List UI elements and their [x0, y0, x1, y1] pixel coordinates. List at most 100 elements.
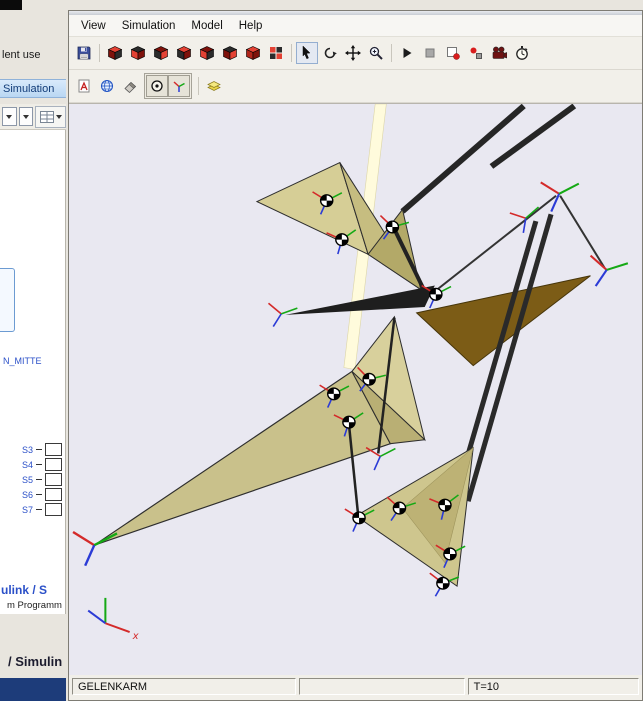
lower-plate-bodies: [94, 318, 473, 586]
record-frame-button[interactable]: [442, 42, 464, 64]
dropdown-button[interactable]: [2, 107, 17, 126]
port-row[interactable]: S7: [22, 503, 62, 516]
globe-button[interactable]: [96, 75, 118, 97]
display-toggle-group: [144, 73, 192, 99]
zoom-tool-button[interactable]: [365, 42, 387, 64]
cube-icon: [199, 45, 215, 61]
brown-plate-body: [417, 276, 591, 366]
chevron-down-icon: [23, 115, 29, 119]
background-model-panel: [0, 130, 66, 614]
toolbar-separator: [198, 77, 199, 95]
port-row[interactable]: S4: [22, 458, 62, 471]
port-row[interactable]: S6: [22, 488, 62, 501]
port-label: S7: [22, 505, 33, 515]
tab-simulation[interactable]: Simulation: [0, 79, 66, 98]
record-point-button[interactable]: [465, 42, 487, 64]
pan-tool-button[interactable]: [342, 42, 364, 64]
center-marker-icon: [149, 78, 165, 94]
show-frame-axes-button[interactable]: [168, 75, 190, 97]
dropdown-button-2[interactable]: [19, 107, 34, 126]
cube-icon: [245, 45, 261, 61]
menu-view[interactable]: View: [73, 17, 114, 35]
view-cube-6-button[interactable]: [219, 42, 241, 64]
pointer-tool-button[interactable]: [296, 42, 318, 64]
menu-simulation[interactable]: Simulation: [114, 17, 184, 35]
cube-icon: [107, 45, 123, 61]
layers-button[interactable]: [203, 75, 225, 97]
stopwatch-icon: [514, 45, 530, 61]
view-cube-2-button[interactable]: [127, 42, 149, 64]
orbit-icon: [322, 45, 338, 61]
cube-icon: [153, 45, 169, 61]
viewport: x: [69, 103, 642, 675]
view-cube-5-button[interactable]: [196, 42, 218, 64]
mechanism-3d-view[interactable]: x: [69, 104, 642, 675]
port-row[interactable]: S5: [22, 473, 62, 486]
status-middle: [299, 678, 465, 695]
background-window-fragment[interactable]: [0, 678, 66, 701]
view-cube-7-button[interactable]: [242, 42, 264, 64]
eraser-button[interactable]: [119, 75, 141, 97]
toolbar-separator: [291, 44, 292, 62]
annotation-icon: [76, 78, 92, 94]
orbit-tool-button[interactable]: [319, 42, 341, 64]
signal-line: [36, 509, 42, 510]
port-label: S6: [22, 490, 33, 500]
heading-text-label: / Simulin: [8, 654, 62, 669]
toolbar-separator: [99, 44, 100, 62]
port-block[interactable]: [45, 488, 62, 501]
x-axis-label: x: [132, 631, 139, 642]
world-frame-triad: x: [88, 598, 139, 642]
port-row[interactable]: S3: [22, 443, 62, 456]
signal-line: [36, 449, 42, 450]
show-center-markers-button[interactable]: [146, 75, 168, 97]
mechanics-visualization-window: View Simulation Model Help: [68, 10, 643, 701]
record-point-icon: [468, 45, 484, 61]
status-machine-name: GELENKARM: [72, 678, 296, 695]
chevron-down-icon: [6, 115, 12, 119]
menu-bar: View Simulation Model Help: [69, 15, 642, 37]
fit-view-icon: [268, 45, 284, 61]
view-cube-3-button[interactable]: [150, 42, 172, 64]
menu-help[interactable]: Help: [231, 17, 271, 35]
port-label: S3: [22, 445, 33, 455]
port-block[interactable]: [45, 458, 62, 471]
menu-model[interactable]: Model: [183, 17, 230, 35]
pan-icon: [345, 45, 361, 61]
port-block[interactable]: [45, 473, 62, 486]
block-fragment[interactable]: [0, 268, 15, 332]
port-block[interactable]: [45, 443, 62, 456]
block-name-label: N_MITTE: [3, 356, 42, 366]
secondary-toolbar: [69, 70, 642, 103]
layers-icon: [206, 78, 222, 94]
view-options-button[interactable]: [35, 106, 66, 128]
desktop: { "window": { "menu_items": ["View", "Si…: [0, 0, 643, 701]
play-icon: [399, 45, 415, 61]
stopwatch-button[interactable]: [511, 42, 533, 64]
stop-button[interactable]: [419, 42, 441, 64]
pointer-icon: [299, 45, 315, 61]
signal-line: [36, 479, 42, 480]
port-block[interactable]: [45, 503, 62, 516]
zoom-icon: [368, 45, 384, 61]
stop-icon: [422, 45, 438, 61]
simulink-link-label[interactable]: ulink / S: [1, 583, 47, 597]
save-icon: [76, 45, 92, 61]
camera-button[interactable]: [488, 42, 510, 64]
fit-view-button[interactable]: [265, 42, 287, 64]
tab-simulation-label: Simulation: [3, 83, 54, 95]
annotation-button[interactable]: [73, 75, 95, 97]
upper-plate-bodies: [257, 163, 425, 292]
background-window-corner: [0, 0, 22, 10]
status-bar: GELENKARM T=10: [69, 675, 642, 700]
eraser-icon: [122, 78, 138, 94]
cube-icon: [130, 45, 146, 61]
background-toolbar: [0, 104, 66, 130]
view-cube-1-button[interactable]: [104, 42, 126, 64]
play-button[interactable]: [396, 42, 418, 64]
port-label: S4: [22, 460, 33, 470]
view-cube-4-button[interactable]: [173, 42, 195, 64]
camera-icon: [491, 45, 507, 61]
main-toolbar: [69, 37, 642, 70]
save-button[interactable]: [73, 42, 95, 64]
